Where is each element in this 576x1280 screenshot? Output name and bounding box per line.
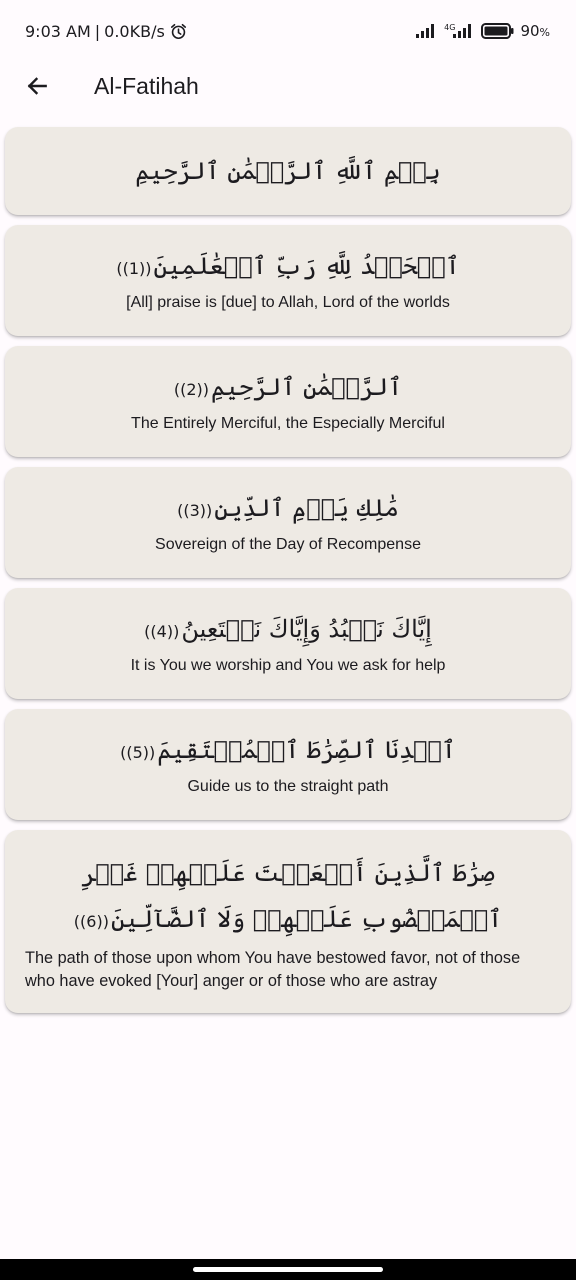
verse-arabic: مَٰلِكِ يَوۡمِ ٱلدِّينِ((3)) xyxy=(177,490,399,529)
verse-number-marker: ((4)) xyxy=(144,621,180,641)
verse-number-marker: ((5)) xyxy=(120,742,156,762)
signal-4g-icon: 4G xyxy=(444,24,475,38)
battery-percent: 90 xyxy=(520,22,540,40)
navigation-bar xyxy=(0,1259,576,1280)
verse-number-marker: ((1)) xyxy=(116,258,152,278)
status-time: 9:03 AM xyxy=(25,21,91,41)
status-bar: 9:03 AM | 0.0KB/s 4G 90% xyxy=(0,0,576,62)
verse-arabic-text: ٱلرَّحۡمَٰنِ ٱلرَّحِيمِ xyxy=(211,372,403,401)
battery-icon xyxy=(481,23,514,39)
basmala-card[interactable]: بِسۡمِ ٱللَّهِ ٱلرَّحۡمَٰنِ ٱلرَّحِيمِ xyxy=(5,127,571,215)
verse-translation: The path of those upon whom You have bes… xyxy=(25,949,521,990)
verse-translation: It is You we worship and You we ask for … xyxy=(130,656,446,674)
verse-translation: The Entirely Merciful, the Especially Me… xyxy=(131,414,445,432)
verse-arabic: ٱلۡحَمۡدُ لِلَّهِ رَبِّ ٱلۡعَٰلَمِينَ((1… xyxy=(116,248,459,287)
alarm-icon xyxy=(169,22,188,41)
verse-arabic: ٱلرَّحۡمَٰنِ ٱلرَّحِيمِ((2)) xyxy=(174,369,402,408)
verse-card[interactable]: إِيَّاكَ نَعۡبُدُ وَإِيَّاكَ نَسۡتَعِينُ… xyxy=(5,588,571,699)
status-right: 4G 90% xyxy=(416,22,550,40)
verse-list: بِسۡمِ ٱللَّهِ ٱلرَّحۡمَٰنِ ٱلرَّحِيمِ ٱ… xyxy=(5,127,571,1023)
verse-arabic-text: ٱهۡدِنَا ٱلصِّرَٰطَ ٱلۡمُسۡتَقِيمَ xyxy=(157,735,456,764)
verse-card[interactable]: ٱهۡدِنَا ٱلصِّرَٰطَ ٱلۡمُسۡتَقِيمَ((5)) … xyxy=(5,709,571,820)
verse-number-marker: ((3)) xyxy=(177,500,213,520)
verse-arabic-text: ٱلۡحَمۡدُ لِلَّهِ رَبِّ ٱلۡعَٰلَمِينَ xyxy=(153,251,460,280)
verse-number-marker: ((2)) xyxy=(173,379,210,399)
basmala-text: بِسۡمِ ٱللَّهِ ٱلرَّحۡمَٰنِ ٱلرَّحِيمِ xyxy=(135,157,441,185)
verse-arabic-text: مَٰلِكِ يَوۡمِ ٱلدِّينِ xyxy=(214,493,399,522)
verse-arabic: ٱهۡدِنَا ٱلصِّرَٰطَ ٱلۡمُسۡتَقِيمَ((5)) xyxy=(120,732,456,771)
verse-translation: Guide us to the straight path xyxy=(187,777,389,795)
page-title: Al-Fatihah xyxy=(94,72,199,99)
arrow-back-icon xyxy=(27,77,47,95)
battery-level: 90% xyxy=(520,22,550,40)
verse-card[interactable]: ٱلۡحَمۡدُ لِلَّهِ رَبِّ ٱلۡعَٰلَمِينَ((1… xyxy=(5,225,571,336)
verse-card[interactable]: صِرَٰطَ ٱلَّذِينَ أَنۡعَمۡتَ عَلَيۡهِمۡ … xyxy=(5,830,571,1013)
verse-translation: [All] praise is [due] to Allah, Lord of … xyxy=(126,293,450,311)
status-separator: | xyxy=(94,21,101,41)
verse-translation: Sovereign of the Day of Recompense xyxy=(155,535,421,553)
battery-unit: % xyxy=(539,26,550,39)
network-type-label: 4G xyxy=(444,23,456,32)
verse-number-marker: ((6)) xyxy=(73,912,109,931)
status-network-speed: 0.0KB/s xyxy=(104,21,165,41)
home-indicator[interactable] xyxy=(193,1267,383,1272)
screen: 9:03 AM | 0.0KB/s 4G 90% Al-Fatihah بِسۡ… xyxy=(0,0,576,1280)
signal-icon xyxy=(416,24,438,38)
verse-arabic-text: صِرَٰطَ ٱلَّذِينَ أَنۡعَمۡتَ عَلَيۡهِمۡ … xyxy=(81,859,503,933)
verse-arabic: صِرَٰطَ ٱلَّذِينَ أَنۡعَمۡتَ عَلَيۡهِمۡ … xyxy=(25,850,551,945)
verse-arabic: إِيَّاكَ نَعۡبُدُ وَإِيَّاكَ نَسۡتَعِينُ… xyxy=(144,611,432,650)
status-left: 9:03 AM | 0.0KB/s xyxy=(25,22,188,41)
back-button[interactable] xyxy=(13,62,61,110)
verse-card[interactable]: ٱلرَّحۡمَٰنِ ٱلرَّحِيمِ((2)) The Entirel… xyxy=(5,346,571,457)
app-bar: Al-Fatihah xyxy=(0,62,576,110)
verse-arabic-text: إِيَّاكَ نَعۡبُدُ وَإِيَّاكَ نَسۡتَعِينُ xyxy=(181,614,432,643)
verse-card[interactable]: مَٰلِكِ يَوۡمِ ٱلدِّينِ((3)) Sovereign o… xyxy=(5,467,571,578)
